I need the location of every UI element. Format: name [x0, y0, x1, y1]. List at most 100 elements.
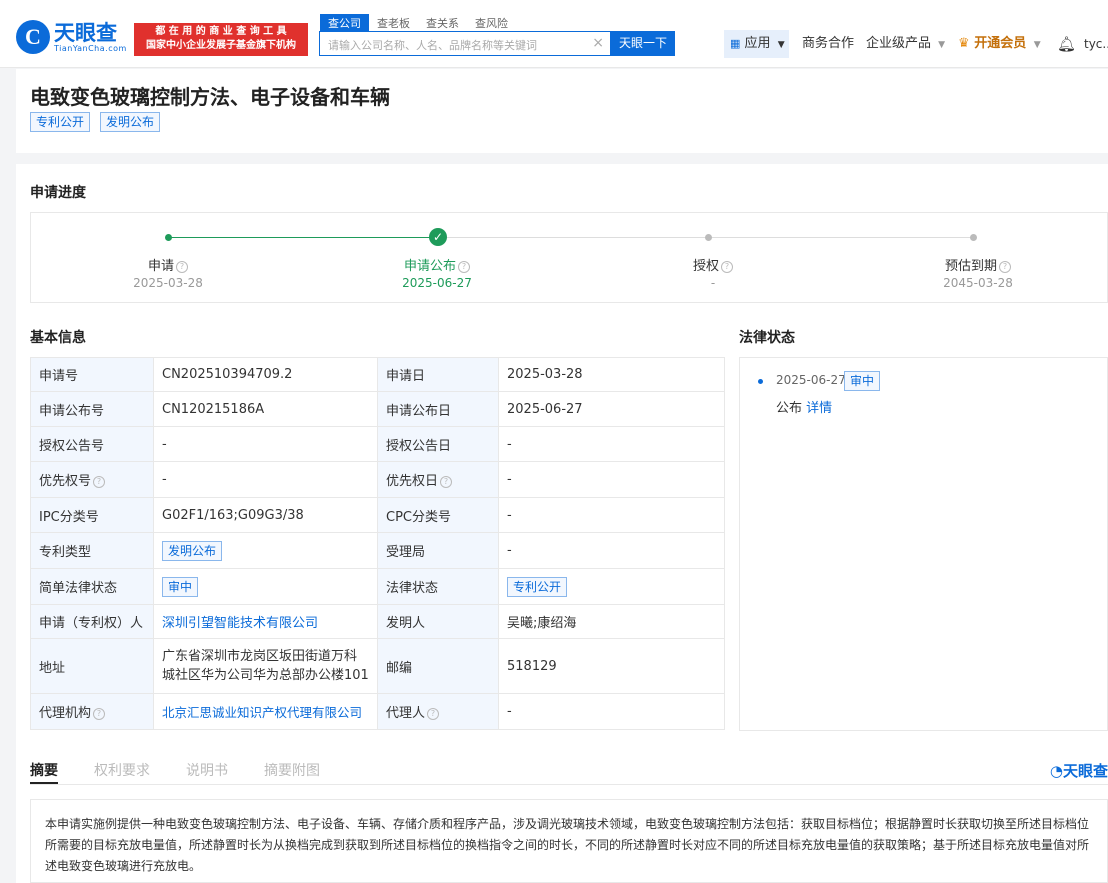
- nav-app-menu[interactable]: ▦ 应用 ▼: [724, 30, 789, 58]
- field-value: 518129: [498, 638, 725, 694]
- details-link[interactable]: 详情: [806, 401, 832, 416]
- field-label: 专利类型: [30, 532, 154, 569]
- legal-status-panel: 2025-06-27 审中 公布 详情: [739, 357, 1108, 731]
- field-label: 申请日: [377, 357, 499, 392]
- tab-search-risk[interactable]: 查风险: [467, 14, 516, 32]
- nav-business[interactable]: 商务合作: [802, 30, 854, 58]
- nav-app-label: 应用: [744, 36, 771, 51]
- field-label: 地址: [30, 638, 154, 694]
- patent-type-badge: 发明公布: [162, 540, 223, 561]
- tabs-divider: [30, 784, 1108, 785]
- table-row: IPC分类号 G02F1/163;G09G3/38 CPC分类号 -: [30, 497, 725, 533]
- tab-abstract[interactable]: 摘要: [30, 760, 58, 780]
- table-row: 申请公布号 CN120215186A 申请公布日 2025-06-27: [30, 391, 725, 427]
- field-value: 2025-03-28: [498, 357, 725, 392]
- field-label-text: 优先权日: [386, 474, 439, 489]
- help-icon[interactable]: ?: [721, 260, 733, 273]
- site-logo[interactable]: C 天眼查 TianYanCha.com: [16, 20, 127, 54]
- nav-vip[interactable]: ♛ 开通会员 ▼: [958, 30, 1041, 58]
- field-value: -: [498, 693, 725, 730]
- table-row: 授权公告号 - 授权公告日 -: [30, 426, 725, 462]
- search-placeholder: 请输入公司名称、人名、品牌名称等关键词: [328, 39, 537, 52]
- step-label: 授权: [692, 259, 719, 274]
- timeline-dot: [758, 379, 763, 384]
- legal-desc: 公布: [776, 401, 803, 416]
- search-tabs: 查公司 查老板 查关系 查风险: [320, 14, 516, 32]
- field-label: 法律状态: [377, 568, 499, 605]
- abstract-text: 本申请实施例提供一种电致变色玻璃控制方法、电子设备、车辆、存储介质和程序产品，涉…: [30, 799, 1108, 883]
- field-label: 简单法律状态: [30, 568, 154, 605]
- simple-legal-badge: 审中: [162, 576, 199, 597]
- tab-search-relation[interactable]: 查关系: [418, 14, 467, 32]
- nav-vip-label: 开通会员: [974, 36, 1027, 51]
- tab-description[interactable]: 说明书: [186, 760, 228, 780]
- logo-mark-icon: ◔: [1049, 762, 1063, 780]
- tab-claims[interactable]: 权利要求: [94, 760, 150, 780]
- watermark-logo: ◔天眼查: [1050, 760, 1108, 781]
- content-tabs: 摘要 权利要求 说明书 摘要附图: [30, 760, 356, 780]
- field-label: 优先权日?: [377, 461, 499, 498]
- step-dot-grant: [705, 234, 712, 241]
- step-date: 2025-03-28: [133, 276, 203, 290]
- field-label: 发明人: [377, 604, 499, 639]
- step-grant: 授权? -: [643, 255, 783, 290]
- field-label: 邮编: [377, 638, 499, 694]
- field-label: 受理局: [377, 532, 499, 569]
- progress-title: 申请进度: [30, 185, 86, 201]
- logo-domain: TianYanCha.com: [54, 43, 127, 53]
- clear-icon[interactable]: ×: [592, 35, 604, 51]
- banner-line-2: 国家中小企业发展子基金旗下机构: [146, 40, 296, 51]
- step-date: 2025-06-27: [402, 276, 472, 290]
- logo-mark: C: [16, 20, 50, 54]
- agency-link[interactable]: 北京汇思诚业知识产权代理有限公司: [153, 693, 378, 730]
- search-button[interactable]: 天眼一下: [611, 31, 675, 56]
- field-value: 吴曦;康绍海: [498, 604, 725, 639]
- field-label-text: 优先权号: [39, 474, 92, 489]
- chevron-down-icon: ▼: [777, 40, 785, 50]
- help-icon[interactable]: ?: [440, 475, 453, 488]
- promo-banner: 都 在 用 的 商 业 查 询 工 具 国家中小企业发展子基金旗下机构: [134, 23, 308, 56]
- legal-status-title: 法律状态: [739, 330, 795, 346]
- field-value: -: [498, 426, 725, 462]
- user-menu[interactable]: tyc...: [1084, 30, 1108, 58]
- step-date: -: [710, 276, 716, 290]
- tab-search-boss[interactable]: 查老板: [369, 14, 418, 32]
- legal-status-badge: 专利公开: [507, 576, 568, 597]
- tab-abstract-figure[interactable]: 摘要附图: [264, 760, 320, 780]
- field-value: -: [498, 461, 725, 498]
- help-icon[interactable]: ?: [427, 707, 440, 720]
- field-label: 申请公布日: [377, 391, 499, 427]
- bell-icon[interactable]: 🔔︎: [1057, 30, 1076, 58]
- field-value: -: [498, 497, 725, 533]
- crown-icon: ♛: [958, 36, 970, 51]
- step-dot-expire: [970, 234, 977, 241]
- help-icon[interactable]: ?: [93, 707, 106, 720]
- table-row: 申请号 CN202510394709.2 申请日 2025-03-28: [30, 357, 725, 392]
- help-icon[interactable]: ?: [458, 260, 470, 273]
- help-icon[interactable]: ?: [176, 260, 188, 273]
- field-value: 广东省深圳市龙岗区坂田街道万科城社区华为公司华为总部办公楼101: [153, 638, 378, 694]
- search-input[interactable]: 请输入公司名称、人名、品牌名称等关键词 ×: [319, 31, 611, 56]
- field-label: 申请号: [30, 357, 154, 392]
- field-label: 代理机构?: [30, 693, 154, 730]
- field-value: -: [498, 532, 725, 569]
- step-apply: 申请? 2025-03-28: [98, 255, 238, 290]
- table-row: 简单法律状态 审中 法律状态 专利公开: [30, 568, 725, 605]
- step-expire: 预估到期? 2045-03-28: [908, 255, 1048, 290]
- table-row: 专利类型 发明公布 受理局 -: [30, 532, 725, 569]
- field-label: 申请（专利权）人: [30, 604, 154, 639]
- field-label: 授权公告日: [377, 426, 499, 462]
- field-label-text: 代理人: [386, 706, 426, 721]
- watermark-text: 天眼查: [1062, 762, 1108, 780]
- tab-search-company[interactable]: 查公司: [320, 14, 369, 32]
- applicant-link[interactable]: 深圳引望智能技术有限公司: [153, 604, 378, 639]
- table-row: 申请（专利权）人 深圳引望智能技术有限公司 发明人 吴曦;康绍海: [30, 604, 725, 639]
- type-badge: 发明公布: [100, 112, 161, 132]
- help-icon[interactable]: ?: [93, 475, 106, 488]
- patent-title: 电致变色玻璃控制方法、电子设备和车辆: [30, 85, 390, 109]
- help-icon[interactable]: ?: [999, 260, 1011, 273]
- field-label: IPC分类号: [30, 497, 154, 533]
- banner-line-1: 都 在 用 的 商 业 查 询 工 具: [155, 26, 287, 37]
- chevron-down-icon: ▼: [1033, 40, 1041, 50]
- nav-enterprise[interactable]: 企业级产品 ▼: [866, 30, 945, 58]
